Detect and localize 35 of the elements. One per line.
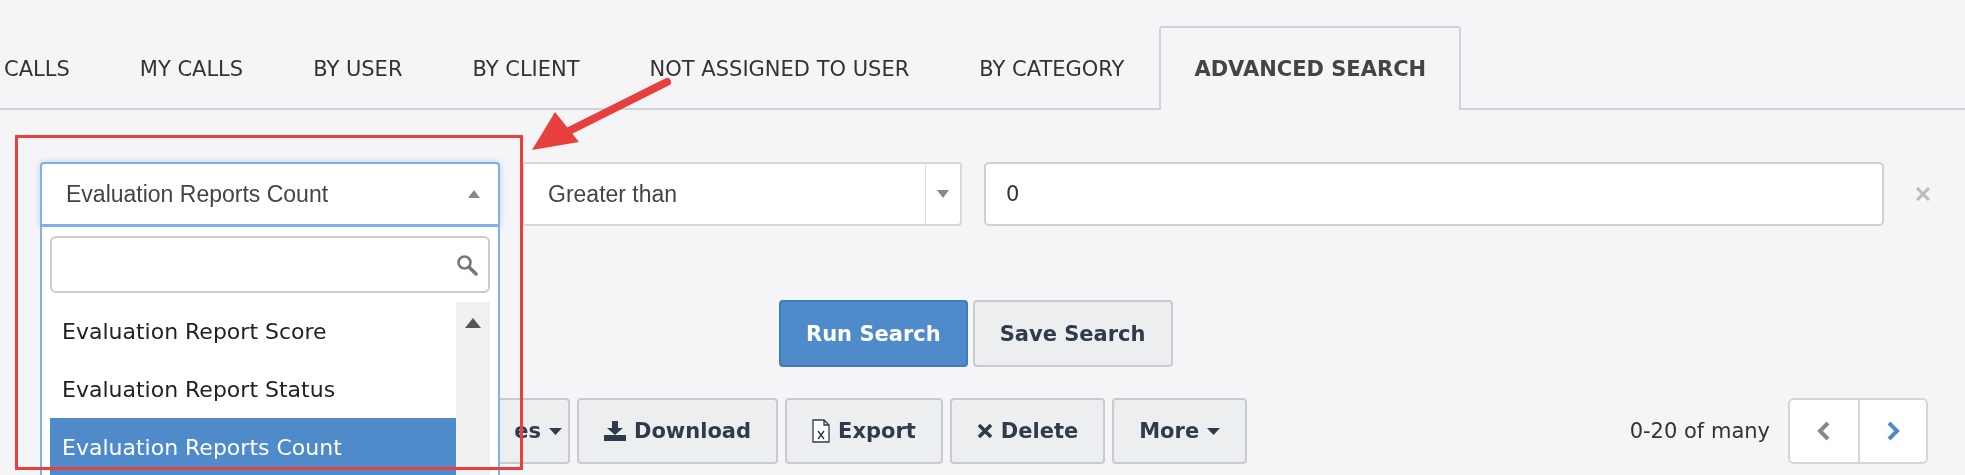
search-icon [456,253,478,276]
dropdown-option[interactable]: Evaluation Report Score [50,302,456,360]
close-icon [976,423,993,439]
tab[interactable]: BY USER [278,26,438,110]
field-select[interactable]: Evaluation Reports Count [40,162,500,226]
dropdown-option[interactable]: Evaluation Reports Count [50,418,456,475]
tab[interactable]: BY CLIENT [437,26,615,110]
download-icon [604,421,626,441]
triangle-up-icon [468,190,480,198]
caret-down-icon [549,427,562,435]
save-search-button[interactable]: Save Search [972,300,1173,367]
chevron-left-icon [1817,421,1831,441]
chevron-right-icon [1886,421,1900,441]
scrollbar[interactable] [456,302,490,475]
result-range: 0-20 of many [1629,419,1770,443]
close-icon[interactable] [1916,187,1930,201]
run-search-button[interactable]: Run Search [779,300,968,367]
caret-down-icon [1207,427,1221,435]
toolbar-button[interactable]: Export [785,398,943,464]
triangle-down-icon [937,190,949,198]
tab[interactable]: ADVANCED SEARCH [1159,26,1462,110]
spreadsheet-file-icon [812,419,831,443]
toolbar-button[interactable]: Delete [949,398,1106,464]
toolbar-button[interactable]: More [1112,398,1248,464]
search-field[interactable] [50,236,490,293]
tab[interactable]: BY CATEGORY [944,26,1160,110]
toolbar-button[interactable]: Download [577,398,779,464]
scroll-up-icon[interactable] [465,318,481,328]
tab[interactable]: CALLS [0,26,105,110]
tab[interactable]: NOT ASSIGNED TO USER [614,26,945,110]
tab[interactable]: MY CALLS [104,26,279,110]
next-page-button[interactable] [1858,400,1926,462]
dropdown-option[interactable]: Evaluation Report Status [50,360,456,418]
operator-select[interactable]: Greater than [522,162,962,226]
value-field[interactable]: 0 [984,162,1884,226]
